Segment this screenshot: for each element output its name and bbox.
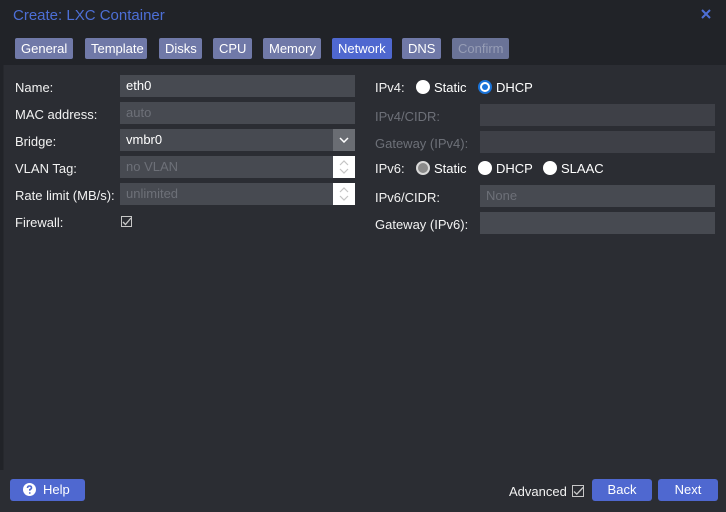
bridge-label: Bridge: — [15, 134, 57, 149]
spinner-arrows-icon — [339, 187, 349, 201]
checkmark-icon — [573, 487, 584, 496]
help-label: Help — [43, 482, 70, 497]
window-title: Create: LXC Container — [13, 7, 165, 24]
advanced-checkbox[interactable] — [572, 485, 584, 497]
spinner-arrows-icon — [339, 160, 349, 174]
ipv6-dhcp-label[interactable]: DHCP — [496, 161, 533, 176]
firewall-checkbox[interactable] — [121, 216, 132, 227]
bridge-dropdown-trigger[interactable] — [333, 129, 355, 151]
help-icon — [23, 483, 36, 496]
rate-limit-label: Rate limit (MB/s): — [15, 188, 115, 203]
mac-address-input[interactable]: auto — [120, 102, 355, 124]
rate-limit-spinner[interactable] — [333, 183, 355, 205]
name-label: Name: — [15, 80, 54, 95]
mac-address-placeholder: auto — [126, 105, 152, 120]
vlan-tag-placeholder: no VLAN — [126, 159, 179, 174]
bridge-select[interactable]: vmbr0 — [120, 129, 355, 151]
firewall-label: Firewall: — [15, 215, 64, 230]
chevron-down-icon — [339, 137, 349, 143]
tab-cpu[interactable]: CPU — [213, 38, 252, 59]
vlan-tag-spinner[interactable] — [333, 156, 355, 178]
vlan-tag-label: VLAN Tag: — [15, 161, 77, 176]
ipv6-cidr-placeholder: None — [486, 188, 518, 203]
ipv4-static-radio[interactable] — [416, 80, 430, 94]
ipv4-cidr-label: IPv4/CIDR: — [375, 109, 441, 124]
form-body: Name: eth0 MAC address: auto Bridge: vmb… — [3, 65, 726, 470]
bridge-value: vmbr0 — [126, 132, 163, 147]
ipv6-static-radio[interactable] — [416, 161, 430, 175]
ipv6-slaac-radio[interactable] — [543, 161, 557, 175]
window-titlebar: Create: LXC Container — [0, 0, 726, 32]
rate-limit-placeholder: unlimited — [126, 186, 179, 201]
ipv6-cidr-input[interactable]: None — [480, 185, 715, 207]
tab-disks[interactable]: Disks — [159, 38, 202, 59]
back-button[interactable]: Back — [592, 479, 652, 501]
tab-dns[interactable]: DNS — [402, 38, 441, 59]
checkmark-icon — [122, 217, 132, 226]
tab-template[interactable]: Template — [85, 38, 147, 59]
vlan-tag-input[interactable]: no VLAN — [120, 156, 355, 178]
close-icon[interactable] — [700, 8, 712, 20]
ipv6-label: IPv6: — [375, 161, 405, 176]
ipv4-label: IPv4: — [375, 80, 405, 95]
name-input[interactable]: eth0 — [120, 75, 355, 97]
ipv6-cidr-label: IPv6/CIDR: — [375, 190, 441, 205]
tab-memory[interactable]: Memory — [263, 38, 321, 59]
tab-general[interactable]: General — [15, 38, 73, 59]
ipv6-dhcp-radio[interactable] — [478, 161, 492, 175]
ipv6-slaac-label[interactable]: SLAAC — [561, 161, 604, 176]
gateway-ipv4-label: Gateway (IPv4): — [375, 136, 469, 151]
ipv4-cidr-input — [480, 104, 715, 126]
rate-limit-input[interactable]: unlimited — [120, 183, 355, 205]
ipv4-dhcp-label[interactable]: DHCP — [496, 80, 533, 95]
next-button[interactable]: Next — [658, 479, 718, 501]
mac-address-label: MAC address: — [15, 107, 98, 122]
help-button[interactable]: Help — [10, 479, 85, 501]
advanced-label: Advanced — [509, 484, 567, 499]
wizard-tabs: General Template Disks CPU Memory Networ… — [0, 32, 726, 64]
name-value: eth0 — [126, 78, 152, 93]
tab-network[interactable]: Network — [332, 38, 392, 59]
ipv4-static-label[interactable]: Static — [434, 80, 467, 95]
tab-confirm: Confirm — [452, 38, 509, 59]
gateway-ipv6-input[interactable] — [480, 212, 715, 234]
dialog-footer: Help Advanced Back Next — [0, 470, 726, 512]
gateway-ipv6-label: Gateway (IPv6): — [375, 217, 469, 232]
gateway-ipv4-input — [480, 131, 715, 153]
ipv4-dhcp-radio[interactable] — [478, 80, 492, 94]
ipv6-static-label[interactable]: Static — [434, 161, 467, 176]
